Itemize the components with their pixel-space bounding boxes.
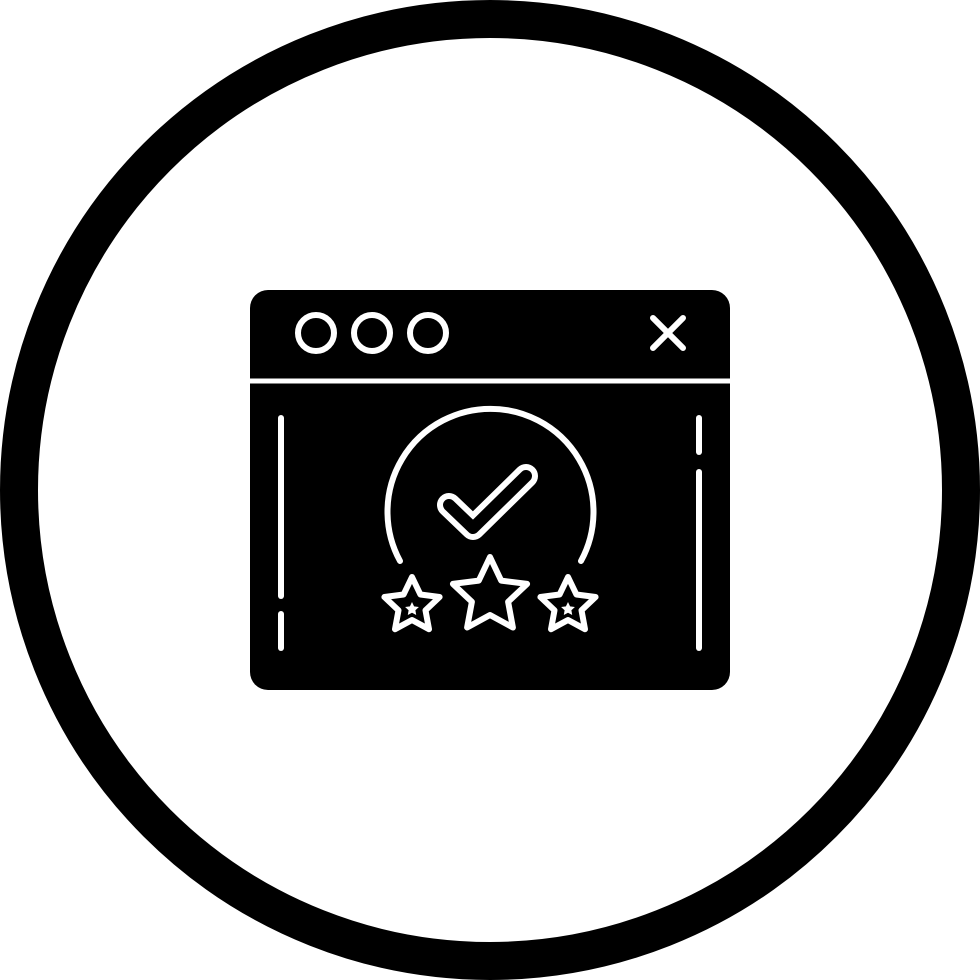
icon-canvas [0, 0, 980, 980]
website-rating-icon [0, 0, 980, 980]
